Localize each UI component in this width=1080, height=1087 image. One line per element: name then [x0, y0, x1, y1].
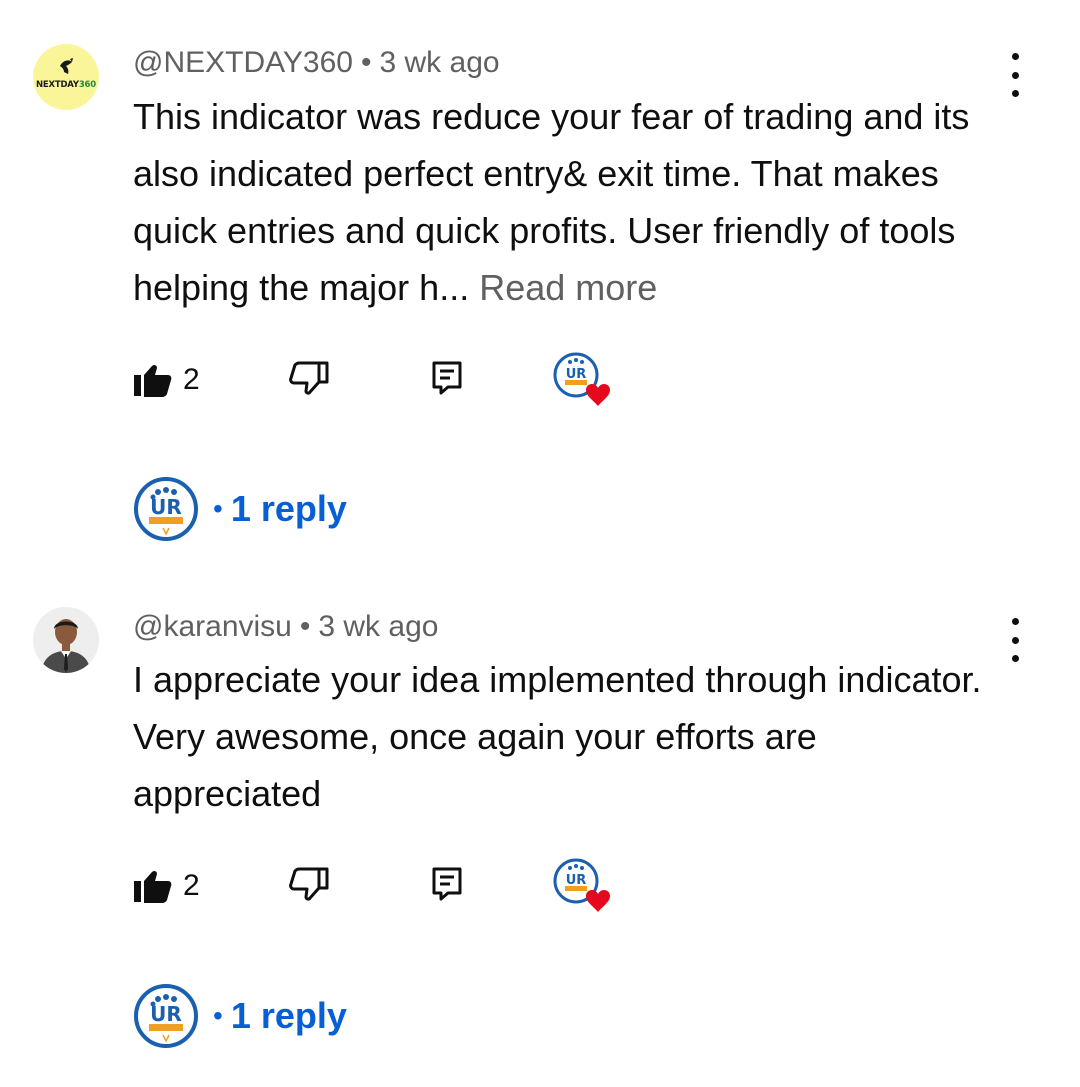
svg-text:UR: UR: [150, 1002, 182, 1026]
creator-heart-icon: UR: [553, 858, 613, 914]
separator: •: [213, 1000, 223, 1031]
avatar-karanvisu[interactable]: [33, 607, 99, 673]
comment-actions: 2 UR: [133, 348, 633, 408]
replies-toggle[interactable]: UR • 1 reply: [133, 983, 347, 1049]
like-count: 2: [183, 869, 200, 902]
reply-count[interactable]: 1 reply: [231, 995, 347, 1037]
svg-text:UR: UR: [566, 367, 587, 382]
comment-actions: 2 UR: [133, 854, 633, 914]
author-handle[interactable]: @karanvisu: [133, 610, 292, 643]
reply-count[interactable]: 1 reply: [231, 488, 347, 530]
channel-avatar-icon: UR: [134, 984, 198, 1048]
timestamp: 3 wk ago: [318, 610, 439, 643]
author-handle[interactable]: @NEXTDAY360: [133, 46, 353, 79]
comment-body: I appreciate your idea implemented throu…: [133, 651, 1013, 822]
separator: •: [360, 46, 372, 79]
comment-header: @NEXTDAY360 • 3 wk ago: [133, 45, 500, 81]
read-more-link[interactable]: Read more: [479, 267, 657, 308]
like-button[interactable]: 2: [133, 362, 200, 398]
nextday-logo-icon: [60, 58, 73, 74]
separator: •: [213, 493, 223, 524]
comment-header: @karanvisu • 3 wk ago: [133, 609, 438, 645]
dislike-icon: [289, 361, 329, 395]
reply-icon: [432, 361, 462, 395]
dislike-icon: [289, 867, 329, 901]
reply-button[interactable]: [431, 360, 463, 396]
like-icon: [134, 364, 172, 397]
svg-text:UR: UR: [566, 873, 587, 888]
like-count: 2: [183, 363, 200, 396]
reply-icon: [432, 867, 462, 901]
comment-body: This indicator was reduce your fear of t…: [133, 88, 1013, 316]
timestamp: 3 wk ago: [379, 46, 500, 79]
reply-button[interactable]: [431, 866, 463, 902]
person-photo-icon: [33, 607, 99, 673]
dislike-button[interactable]: [288, 360, 330, 396]
replies-toggle[interactable]: UR • 1 reply: [133, 476, 347, 542]
avatar-logo-text: NEXTDAY360: [35, 80, 96, 90]
separator: •: [299, 610, 311, 643]
avatar-nextday360[interactable]: NEXTDAY360: [33, 44, 99, 110]
creator-heart-icon: UR: [553, 352, 613, 408]
comment-text: I appreciate your idea implemented throu…: [133, 659, 982, 814]
channel-avatar-icon: UR: [134, 477, 198, 541]
dislike-button[interactable]: [288, 866, 330, 902]
like-icon: [134, 870, 172, 903]
svg-text:UR: UR: [150, 495, 182, 519]
like-button[interactable]: 2: [133, 868, 200, 904]
